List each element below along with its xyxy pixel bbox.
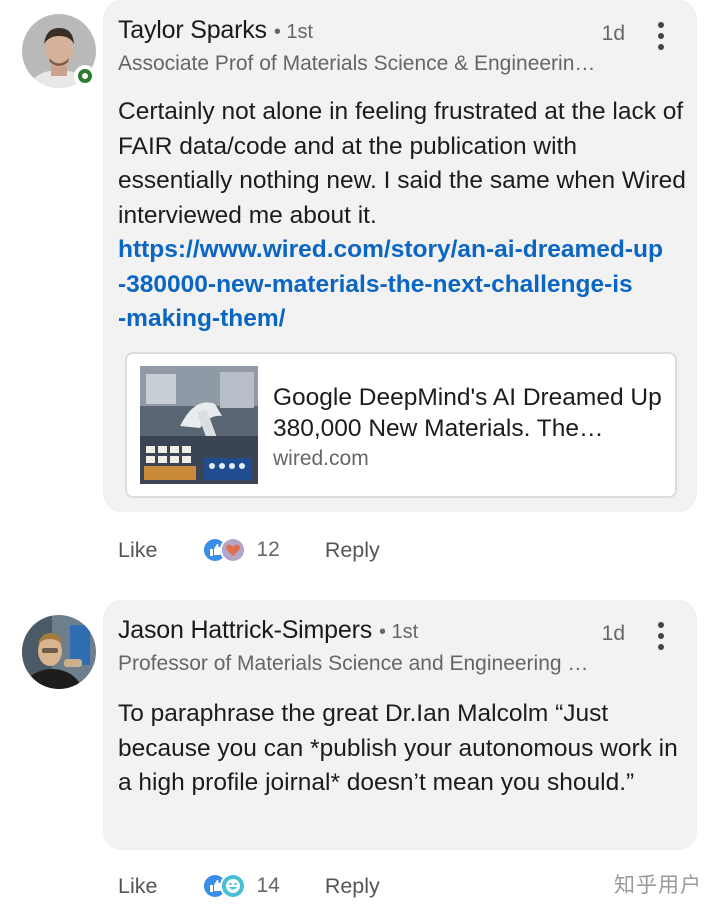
online-status-icon [74, 65, 96, 87]
like-button[interactable]: Like [118, 874, 157, 899]
link-line: https://www.wired.com/story/an-ai-dreame… [118, 236, 663, 263]
author-row: Taylor Sparks • 1st [118, 16, 313, 45]
love-reaction-icon [220, 537, 247, 563]
like-button[interactable]: Like [118, 538, 157, 563]
link-line: -making-them/ [118, 305, 286, 332]
link-line: -380000-new-materials-the-next-challenge… [118, 270, 633, 298]
connection-degree: • 1st [273, 21, 314, 43]
more-vertical-icon [658, 622, 664, 628]
comment-text: Certainly not alone in feeling frustrate… [118, 95, 688, 337]
preview-title: Google DeepMind's AI Dreamed Up 380,000 … [273, 384, 662, 442]
author-row: Jason Hattrick-Simpers • 1st [118, 616, 418, 645]
funny-reaction-icon [220, 873, 247, 899]
author-name[interactable]: Jason Hattrick-Simpers [118, 616, 372, 645]
avatar[interactable] [22, 615, 96, 689]
author-headline: Professor of Materials Science and Engin… [118, 652, 589, 675]
reactions-summary[interactable]: 14 [202, 873, 280, 899]
more-options-button[interactable] [655, 22, 667, 50]
more-vertical-icon [658, 22, 664, 28]
author-name[interactable]: Taylor Sparks [118, 16, 267, 45]
reaction-count: 12 [256, 538, 280, 561]
watermark-text: 知乎用户 [614, 874, 702, 897]
comment-body: Certainly not alone in feeling frustrate… [118, 98, 686, 229]
comment-bubble: Jason Hattrick-Simpers • 1st 1d Professo… [103, 600, 697, 850]
comment-time: 1d [601, 22, 625, 45]
reply-button[interactable]: Reply [325, 538, 380, 563]
author-headline: Associate Prof of Materials Science & En… [118, 52, 596, 75]
reaction-count: 14 [256, 874, 280, 897]
article-link[interactable]: https://www.wired.com/story/an-ai-dreame… [118, 233, 688, 337]
reply-button[interactable]: Reply [325, 874, 380, 899]
comment-body: To paraphrase the great Dr.Ian Malcolm “… [118, 700, 678, 796]
preview-domain: wired.com [273, 447, 369, 470]
comment-actions: Like 14 Reply [118, 873, 380, 899]
more-options-button[interactable] [655, 622, 667, 650]
comment-actions: Like 12 Reply [118, 537, 380, 563]
reactions-summary[interactable]: 12 [202, 537, 280, 563]
preview-thumbnail [140, 366, 258, 484]
comment-time: 1d [601, 622, 625, 645]
link-preview-card[interactable]: Google DeepMind's AI Dreamed Up 380,000 … [125, 352, 677, 498]
connection-degree: • 1st [379, 621, 419, 643]
comment-bubble: Taylor Sparks • 1st 1d Associate Prof of… [103, 0, 697, 512]
